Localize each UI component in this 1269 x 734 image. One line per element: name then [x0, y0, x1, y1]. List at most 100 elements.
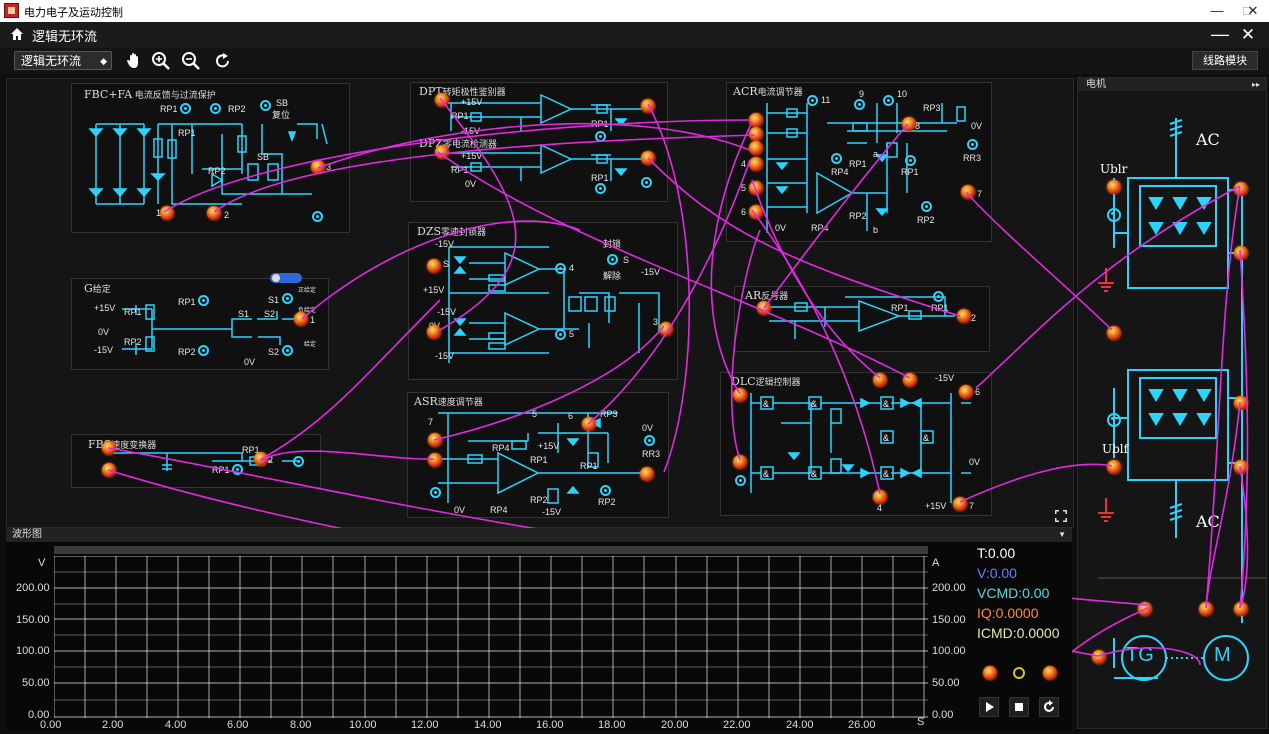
fbs-jack-3[interactable]	[102, 463, 116, 477]
dzs-jack-5[interactable]	[555, 329, 566, 340]
fbc-jack-1[interactable]	[160, 206, 174, 220]
acr-rp4-knob[interactable]	[831, 153, 842, 164]
dzs-lock-switch[interactable]	[607, 254, 618, 265]
dlc-jack-2[interactable]	[903, 373, 917, 387]
dzs-jack-3[interactable]	[659, 322, 673, 336]
dpt-jack-out[interactable]	[641, 99, 655, 113]
panel-asr[interactable]: ASR速度调节器 7 5 6 RP3 RP4 +15V RP1 RP1 RP2 …	[407, 392, 669, 518]
dpz-ground-jack[interactable]	[641, 177, 652, 188]
waveform-scrollbar[interactable]	[54, 546, 928, 554]
g-jack-1[interactable]	[294, 312, 308, 326]
asr-jack-1[interactable]	[428, 433, 442, 447]
acr-jack-11[interactable]	[807, 95, 818, 106]
acr-jack-4[interactable]	[749, 157, 763, 171]
dlc-jack-4[interactable]	[873, 490, 887, 504]
fbs-jack-2[interactable]	[254, 452, 268, 466]
ar-rp1-knob[interactable]	[933, 291, 944, 302]
fbc-jack-2[interactable]	[207, 206, 221, 220]
panel-dzs[interactable]: DZS零速封锁器 -15V +15V -15V 0V -15V -15V 封锁 …	[408, 222, 678, 380]
m-jack-1[interactable]	[1199, 602, 1213, 616]
app-close-button[interactable]: ✕	[1238, 25, 1258, 45]
circuit-module-button[interactable]: 线路模块	[1192, 51, 1258, 70]
dlc-jack-7[interactable]	[953, 497, 967, 511]
acr-jack-7[interactable]	[961, 185, 975, 199]
panel-acr[interactable]: ACR电流调节器 11 9 10 RP3 0V RR3 8 RP4 RP1 RP…	[726, 82, 992, 242]
dlc-jack-6[interactable]	[959, 385, 973, 399]
fbc-jack-3[interactable]	[311, 160, 325, 174]
bridge-jack-3[interactable]	[1107, 326, 1121, 340]
scope-jack-2[interactable]	[1043, 666, 1057, 680]
acr-rp2-knob[interactable]	[921, 201, 932, 212]
dlc-ground-jack[interactable]	[735, 475, 746, 486]
scope-ground-jack[interactable]	[1013, 667, 1025, 679]
panel-ar[interactable]: AR反号器 RP1 RP1 2	[734, 286, 990, 352]
acr-jack-2[interactable]	[749, 127, 763, 141]
window-minimize-button[interactable]: —	[1200, 0, 1234, 22]
asr-jack-2[interactable]	[428, 453, 442, 467]
acr-jack-8[interactable]	[902, 117, 916, 131]
dzs-jack-2[interactable]	[427, 325, 441, 339]
zoom-out-icon[interactable]	[181, 51, 201, 71]
ar-jack-2[interactable]	[957, 309, 971, 323]
acr-jack-3[interactable]	[749, 141, 763, 155]
dlc-jack-5[interactable]	[733, 455, 747, 469]
acr-rp1-knob[interactable]	[905, 155, 916, 166]
dzs-jack-1[interactable]	[427, 259, 441, 273]
asr-rr3-knob[interactable]	[644, 435, 655, 446]
dzs-jack-4[interactable]	[555, 263, 566, 274]
fbs-jack-1[interactable]	[102, 441, 116, 455]
zoom-in-icon[interactable]	[151, 51, 171, 71]
tg-side-jack[interactable]	[1092, 650, 1106, 664]
ublr-jack[interactable]	[1107, 208, 1121, 222]
m-jack-2[interactable]	[1234, 602, 1248, 616]
play-button[interactable]	[979, 697, 999, 717]
reset-icon[interactable]	[213, 51, 233, 71]
scope-jack-1[interactable]	[983, 666, 997, 680]
bridge-jack-2[interactable]	[1234, 246, 1248, 260]
acr-rr3-knob[interactable]	[967, 139, 978, 150]
app-minimize-button[interactable]: —	[1210, 25, 1230, 45]
fbc-sb-button[interactable]	[260, 100, 271, 111]
fbc-ground-jack[interactable]	[312, 211, 323, 222]
g-rp2-knob[interactable]	[198, 345, 209, 356]
panel-fbs[interactable]: FBS速度变换器 RP1 RP1 2	[71, 434, 321, 488]
dpz-rp1-knob[interactable]	[595, 183, 606, 194]
asr-jack-4[interactable]	[582, 417, 596, 431]
acr-jack-6[interactable]	[749, 205, 763, 219]
dlc-jack-1[interactable]	[873, 373, 887, 387]
collapse-down-icon[interactable]: ▼	[1058, 528, 1066, 542]
acr-jack-9[interactable]	[854, 99, 865, 110]
motor-panel[interactable]: 电机 ▸▸ AC AC Ublr Ublf TG M	[1077, 77, 1267, 729]
fbc-rp1-knob[interactable]	[180, 103, 191, 114]
panel-dlc[interactable]: DLC逻辑控制器 & & & & & & & & -15V +15V 0V 4 …	[720, 372, 992, 516]
stop-button[interactable]	[1009, 697, 1029, 717]
g-toggle-switch[interactable]	[270, 273, 302, 283]
ublr-signal-jack[interactable]	[1107, 180, 1121, 194]
acr-jack-5[interactable]	[749, 181, 763, 195]
hand-icon[interactable]	[124, 51, 144, 71]
dpz-jack-out[interactable]	[641, 151, 655, 165]
ublf-signal-jack[interactable]	[1107, 460, 1121, 474]
fullscreen-icon[interactable]	[1055, 510, 1067, 522]
mode-select[interactable]: 逻辑无环流 ◆	[14, 51, 112, 70]
tg-jack[interactable]	[1138, 602, 1152, 616]
g-s2-switch[interactable]	[282, 345, 293, 356]
asr-ground-jack[interactable]	[430, 487, 441, 498]
g-s1-switch[interactable]	[282, 293, 293, 304]
dlc-jack-3[interactable]	[733, 388, 747, 402]
home-icon[interactable]	[10, 27, 24, 41]
fbc-rp2-knob[interactable]	[210, 103, 221, 114]
fbs-ground-jack[interactable]	[293, 456, 304, 467]
asr-jack-3[interactable]	[640, 467, 654, 481]
dpz-jack-in[interactable]	[435, 145, 449, 159]
bridge-jack-1[interactable]	[1234, 182, 1248, 196]
g-rp1-knob[interactable]	[198, 295, 209, 306]
fbs-rp1-knob[interactable]	[232, 464, 243, 475]
refresh-button[interactable]	[1039, 697, 1059, 717]
asr-rp2-knob[interactable]	[600, 485, 611, 496]
bridge-jack-5[interactable]	[1234, 460, 1248, 474]
bridge-jack-4[interactable]	[1234, 396, 1248, 410]
window-close-button[interactable]: ✕	[1236, 0, 1269, 22]
panel-fbc-fa[interactable]: FBC+FA 电流反馈与过流保护 RP1 RP2 SB 复位 RP1 RP2 S…	[71, 83, 350, 233]
panel-g[interactable]: G给定 +15V 0V -15V RP1 RP2 RP1 RP2 S1 S2 S…	[71, 273, 329, 370]
